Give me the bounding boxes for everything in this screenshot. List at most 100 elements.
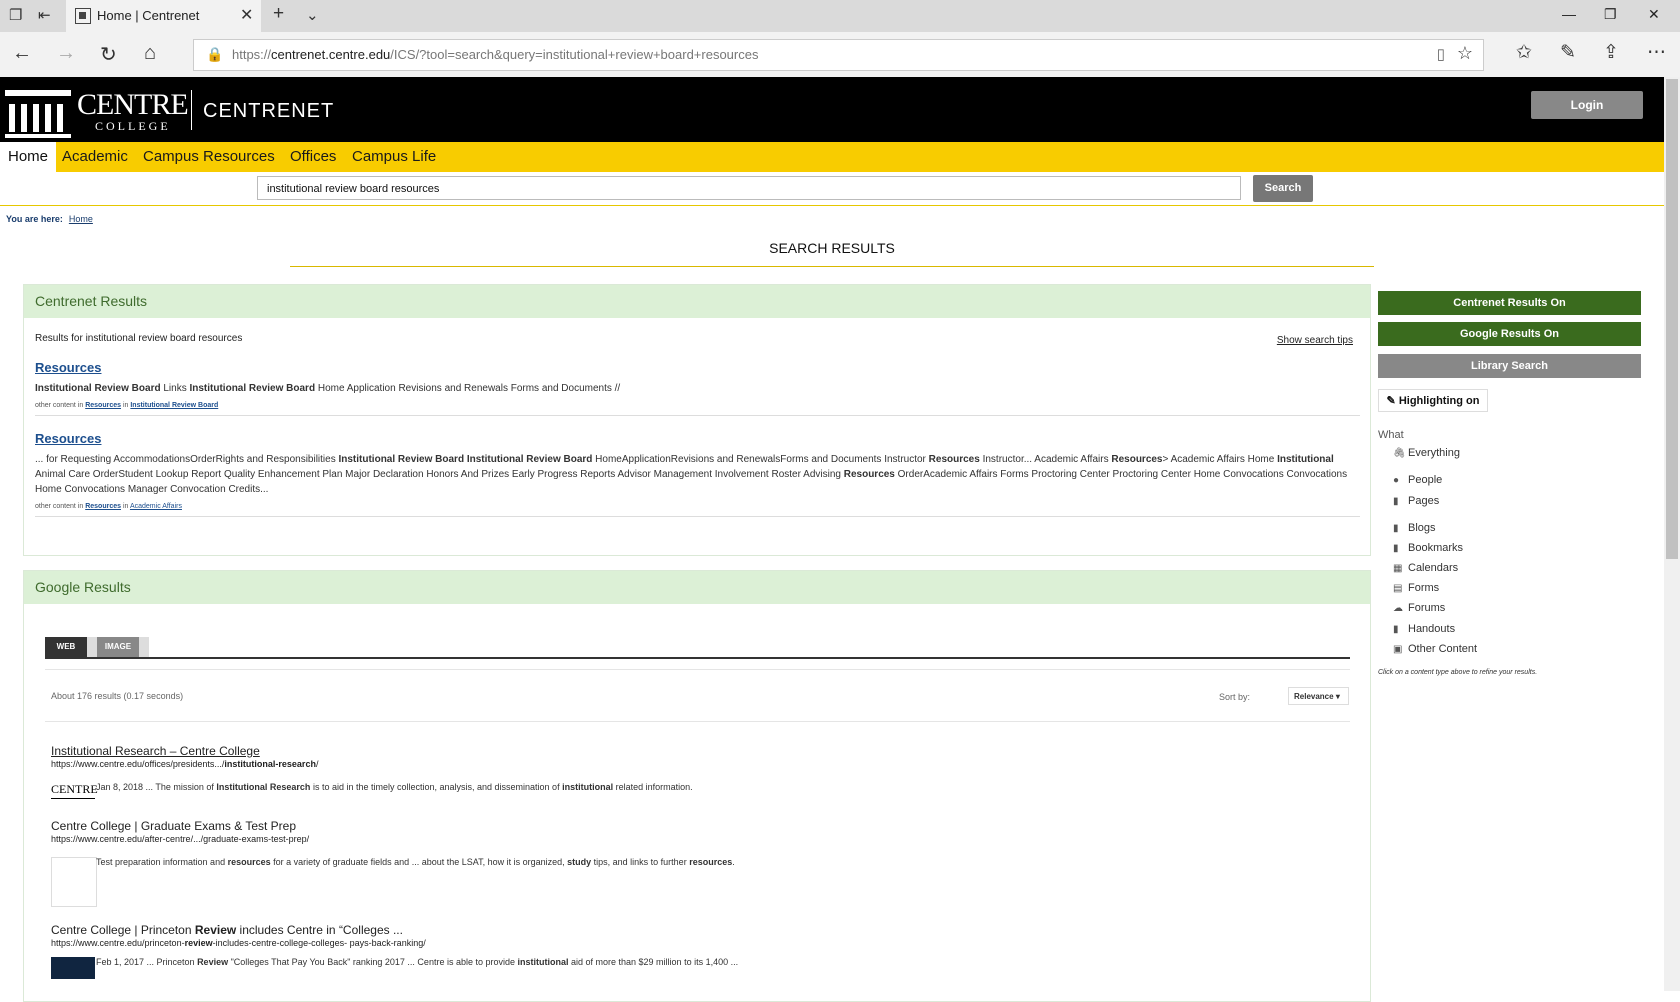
page-icon: ▮: [1393, 496, 1399, 507]
content-type-forums[interactable]: ☁ Forums: [1393, 602, 1445, 614]
result-thumbnail[interactable]: CENTRE: [51, 782, 98, 799]
login-button[interactable]: Login: [1531, 91, 1643, 119]
pencil-icon: ✎: [1386, 395, 1396, 407]
nav-campus-resources[interactable]: Campus Resources: [143, 148, 275, 165]
close-tab-icon[interactable]: ✕: [240, 5, 253, 25]
url-text: https://centrenet.centre.edu/ICS/?tool=s…: [232, 47, 759, 62]
web-note-pen-icon[interactable]: ✎: [1560, 41, 1576, 64]
title-underline: [290, 266, 1374, 267]
result-thumbnail[interactable]: [51, 857, 97, 907]
google-result-title-link[interactable]: Centre College | Princeton Review includ…: [51, 923, 1341, 937]
bookmark-icon: ▮: [1393, 543, 1399, 554]
result-snippet: Institutional Review Board Links Institu…: [35, 383, 621, 394]
browser-tab[interactable]: Home | Centrenet ✕: [66, 0, 261, 32]
tab-image-arrow-icon[interactable]: [139, 637, 149, 657]
centrenet-results-heading: Centrenet Results: [24, 285, 1370, 318]
tab-actions-icon[interactable]: ❐: [9, 6, 22, 24]
lock-icon: 🔒: [206, 46, 224, 62]
result-divider: [35, 415, 1360, 416]
restore-icon[interactable]: ❐: [1604, 6, 1617, 23]
nav-offices[interactable]: Offices: [290, 148, 336, 165]
highlighting-toggle[interactable]: ✎ Highlighting on: [1378, 389, 1488, 412]
back-icon[interactable]: ←: [12, 42, 32, 65]
sort-label: Sort by:: [1218, 692, 1250, 702]
refresh-icon[interactable]: ↻: [100, 42, 117, 67]
content-type-forms[interactable]: ▤ Forms: [1393, 582, 1439, 594]
page-title: SEARCH RESULTS: [769, 240, 895, 256]
centre-favicon-icon: [75, 8, 91, 24]
centrenet-results-toggle[interactable]: Centrenet Results On: [1378, 291, 1641, 315]
google-result: Centre College | Princeton Review includ…: [51, 923, 1341, 979]
home-icon[interactable]: ⌂: [144, 42, 156, 65]
centre-college-logo[interactable]: CENTRE COLLEGE: [5, 86, 189, 138]
result-title-link[interactable]: Resources: [35, 431, 1360, 446]
reading-view-icon[interactable]: ▯: [1437, 45, 1445, 63]
blog-icon: ▮: [1393, 523, 1399, 534]
address-bar-row: ← → ↻ ⌂ 🔒 https://centrenet.centre.edu/I…: [0, 32, 1680, 78]
breadcrumb-home-link[interactable]: Home: [69, 214, 93, 224]
nav-academic[interactable]: Academic: [62, 148, 128, 165]
forward-icon[interactable]: →: [56, 42, 76, 65]
calendar-icon: ▦: [1393, 563, 1403, 574]
result-meta[interactable]: other content in Resources in Academic A…: [35, 503, 1360, 510]
scrollbar-thumb[interactable]: [1666, 79, 1678, 559]
google-result-url: https://www.centre.edu/after-centre/.../…: [51, 834, 310, 844]
result-title-link[interactable]: Resources: [35, 360, 1360, 375]
favorites-list-icon[interactable]: ✩: [1516, 41, 1532, 64]
favorite-star-icon[interactable]: ☆: [1457, 43, 1473, 64]
tab-web[interactable]: WEB: [45, 637, 87, 657]
close-window-icon[interactable]: ✕: [1648, 6, 1660, 23]
minimize-icon[interactable]: —: [1562, 6, 1576, 22]
content-type-everything[interactable]: 🖇 Everything: [1393, 447, 1460, 459]
sort-select[interactable]: Relevance ▾: [1288, 687, 1349, 705]
library-search-button[interactable]: Library Search: [1378, 354, 1641, 378]
result-count: About 176 results (0.17 seconds): [51, 691, 184, 701]
centrenet-result: Resources ... for Requesting Accommodati…: [35, 431, 1360, 517]
google-results-panel: Google Results WEB IMAGE About 176 resul…: [23, 570, 1371, 1002]
search-input[interactable]: institutional review board resources: [257, 176, 1241, 200]
content-type-people[interactable]: ● People: [1393, 474, 1442, 486]
google-result-url: https://www.centre.edu/offices/president…: [51, 759, 319, 769]
content-type-handouts[interactable]: ▮ Handouts: [1393, 623, 1455, 635]
tab-title: Home | Centrenet: [97, 8, 200, 23]
content-type-pages[interactable]: ▮ Pages: [1393, 495, 1439, 507]
result-thumbnail[interactable]: [51, 957, 95, 979]
tab-image[interactable]: IMAGE: [97, 637, 139, 657]
browser-tab-bar: ❐ ⇤ Home | Centrenet ✕ + ⌄ — ❐ ✕: [0, 0, 1680, 32]
content-type-blogs[interactable]: ▮ Blogs: [1393, 522, 1436, 534]
content-type-calendars[interactable]: ▦ Calendars: [1393, 562, 1458, 574]
results-for-text: Results for institutional review board r…: [35, 333, 243, 344]
url-field[interactable]: 🔒 https://centrenet.centre.edu/ICS/?tool…: [193, 39, 1484, 71]
content-type-bookmarks[interactable]: ▮ Bookmarks: [1393, 542, 1463, 554]
paperclip-icon: 🖇: [1393, 448, 1406, 459]
google-tabs: WEB IMAGE: [45, 637, 1350, 659]
person-icon: ●: [1393, 475, 1400, 486]
site-brand: CENTRENET: [203, 100, 335, 122]
content-type-other[interactable]: ▣ Other Content: [1393, 643, 1477, 655]
tab-list-chevron-icon[interactable]: ⌄: [306, 6, 319, 24]
more-menu-icon[interactable]: ⋯: [1647, 41, 1666, 64]
what-label: What: [1378, 429, 1404, 441]
google-results-toggle[interactable]: Google Results On: [1378, 322, 1641, 346]
google-result-desc: Feb 1, 2017 ... Princeton Review "Colleg…: [96, 957, 739, 967]
google-divider: [45, 721, 1350, 722]
google-results-heading: Google Results: [24, 571, 1370, 604]
centrenet-results-panel: Centrenet Results Results for institutio…: [23, 284, 1371, 556]
google-result: Institutional Research – Centre College …: [51, 744, 1341, 799]
google-result-title-link[interactable]: Centre College | Graduate Exams & Test P…: [51, 819, 1341, 833]
nav-campus-life[interactable]: Campus Life: [352, 148, 436, 165]
tab-web-arrow-icon[interactable]: [87, 637, 97, 657]
handout-icon: ▮: [1393, 624, 1399, 635]
nav-home[interactable]: Home: [0, 142, 57, 172]
new-tab-icon[interactable]: +: [273, 3, 284, 25]
refine-hint: Click on a content type above to refine …: [1378, 669, 1538, 676]
show-search-tips-link[interactable]: Show search tips: [1277, 335, 1353, 346]
search-row: institutional review board resources Sea…: [0, 172, 1664, 206]
share-icon[interactable]: ⇪: [1603, 41, 1619, 64]
google-result-title-link[interactable]: Institutional Research – Centre College: [51, 744, 1341, 758]
search-button[interactable]: Search: [1253, 175, 1313, 202]
page-scrollbar[interactable]: [1664, 77, 1680, 991]
result-meta[interactable]: other content in Resources in Institutio…: [35, 402, 1360, 409]
logo-word-centre: CENTRE: [77, 88, 189, 121]
set-aside-tabs-icon[interactable]: ⇤: [38, 6, 51, 24]
